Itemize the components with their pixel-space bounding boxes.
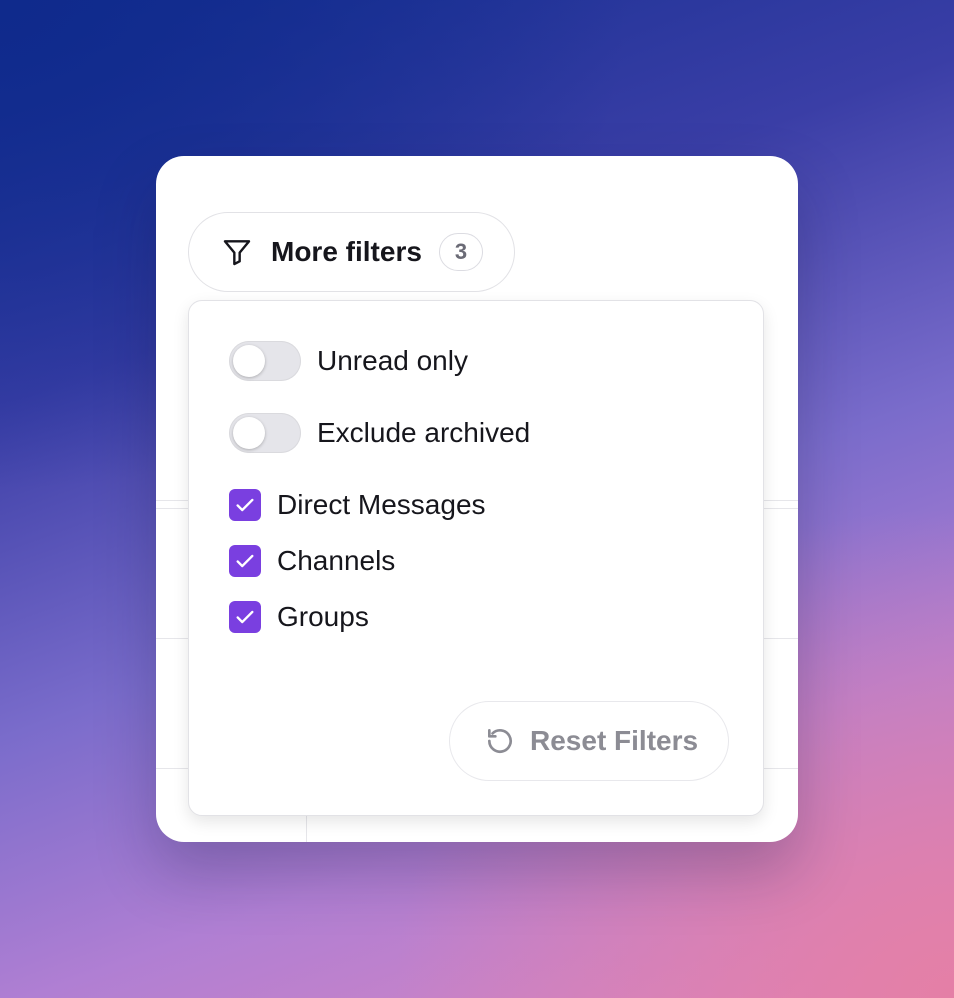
direct-messages-checkbox-row[interactable]: Direct Messages — [229, 489, 486, 521]
check-icon — [236, 498, 254, 512]
check-icon — [236, 554, 254, 568]
more-filters-label: More filters — [271, 236, 422, 267]
groups-checkbox[interactable] — [229, 601, 261, 633]
channels-label: Channels — [277, 545, 396, 576]
filter-count-badge: 3 — [438, 233, 483, 271]
direct-messages-checkbox[interactable] — [229, 489, 261, 521]
more-filters-button[interactable]: More filters 3 — [188, 212, 515, 292]
exclude-archived-toggle-row[interactable]: Exclude archived — [229, 413, 530, 453]
unread-only-label: Unread only — [317, 345, 468, 376]
check-icon — [236, 610, 254, 624]
channels-checkbox[interactable] — [229, 545, 261, 577]
filters-card: More filters 3 Unread only Exclude archi… — [156, 156, 798, 842]
groups-checkbox-row[interactable]: Groups — [229, 601, 369, 633]
groups-label: Groups — [277, 601, 369, 632]
filter-icon — [221, 236, 253, 268]
channels-checkbox-row[interactable]: Channels — [229, 545, 395, 577]
toggle-knob — [233, 417, 265, 449]
direct-messages-label: Direct Messages — [277, 489, 486, 520]
toggle-knob — [233, 345, 265, 377]
exclude-archived-label: Exclude archived — [317, 417, 531, 448]
filters-popover: Unread only Exclude archived Direct Mess… — [188, 300, 764, 816]
reset-filters-label: Reset Filters — [530, 725, 699, 756]
unread-only-toggle-row[interactable]: Unread only — [229, 341, 468, 381]
unread-only-toggle[interactable] — [229, 341, 301, 381]
reset-filters-button[interactable]: Reset Filters — [449, 701, 729, 781]
exclude-archived-toggle[interactable] — [229, 413, 301, 453]
reset-icon — [484, 725, 516, 757]
